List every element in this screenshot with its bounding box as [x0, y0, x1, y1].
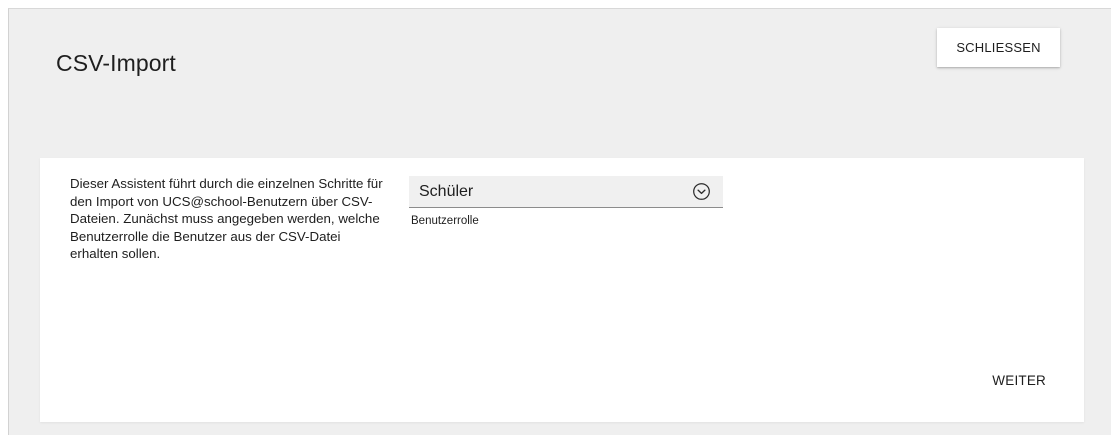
user-role-select-value: Schüler: [419, 183, 474, 200]
chevron-down-circle-icon: [693, 183, 710, 200]
wizard-panel: Dieser Assistent führt durch die einzeln…: [40, 158, 1084, 422]
next-button[interactable]: WEITER: [962, 366, 1046, 394]
close-button[interactable]: SCHLIESSEN: [937, 28, 1060, 67]
user-role-label: Benutzerrolle: [411, 215, 479, 227]
page-title: CSV-Import: [56, 50, 176, 77]
user-role-select[interactable]: Schüler: [409, 176, 723, 208]
wizard-description: Dieser Assistent führt durch die einzeln…: [70, 176, 383, 261]
